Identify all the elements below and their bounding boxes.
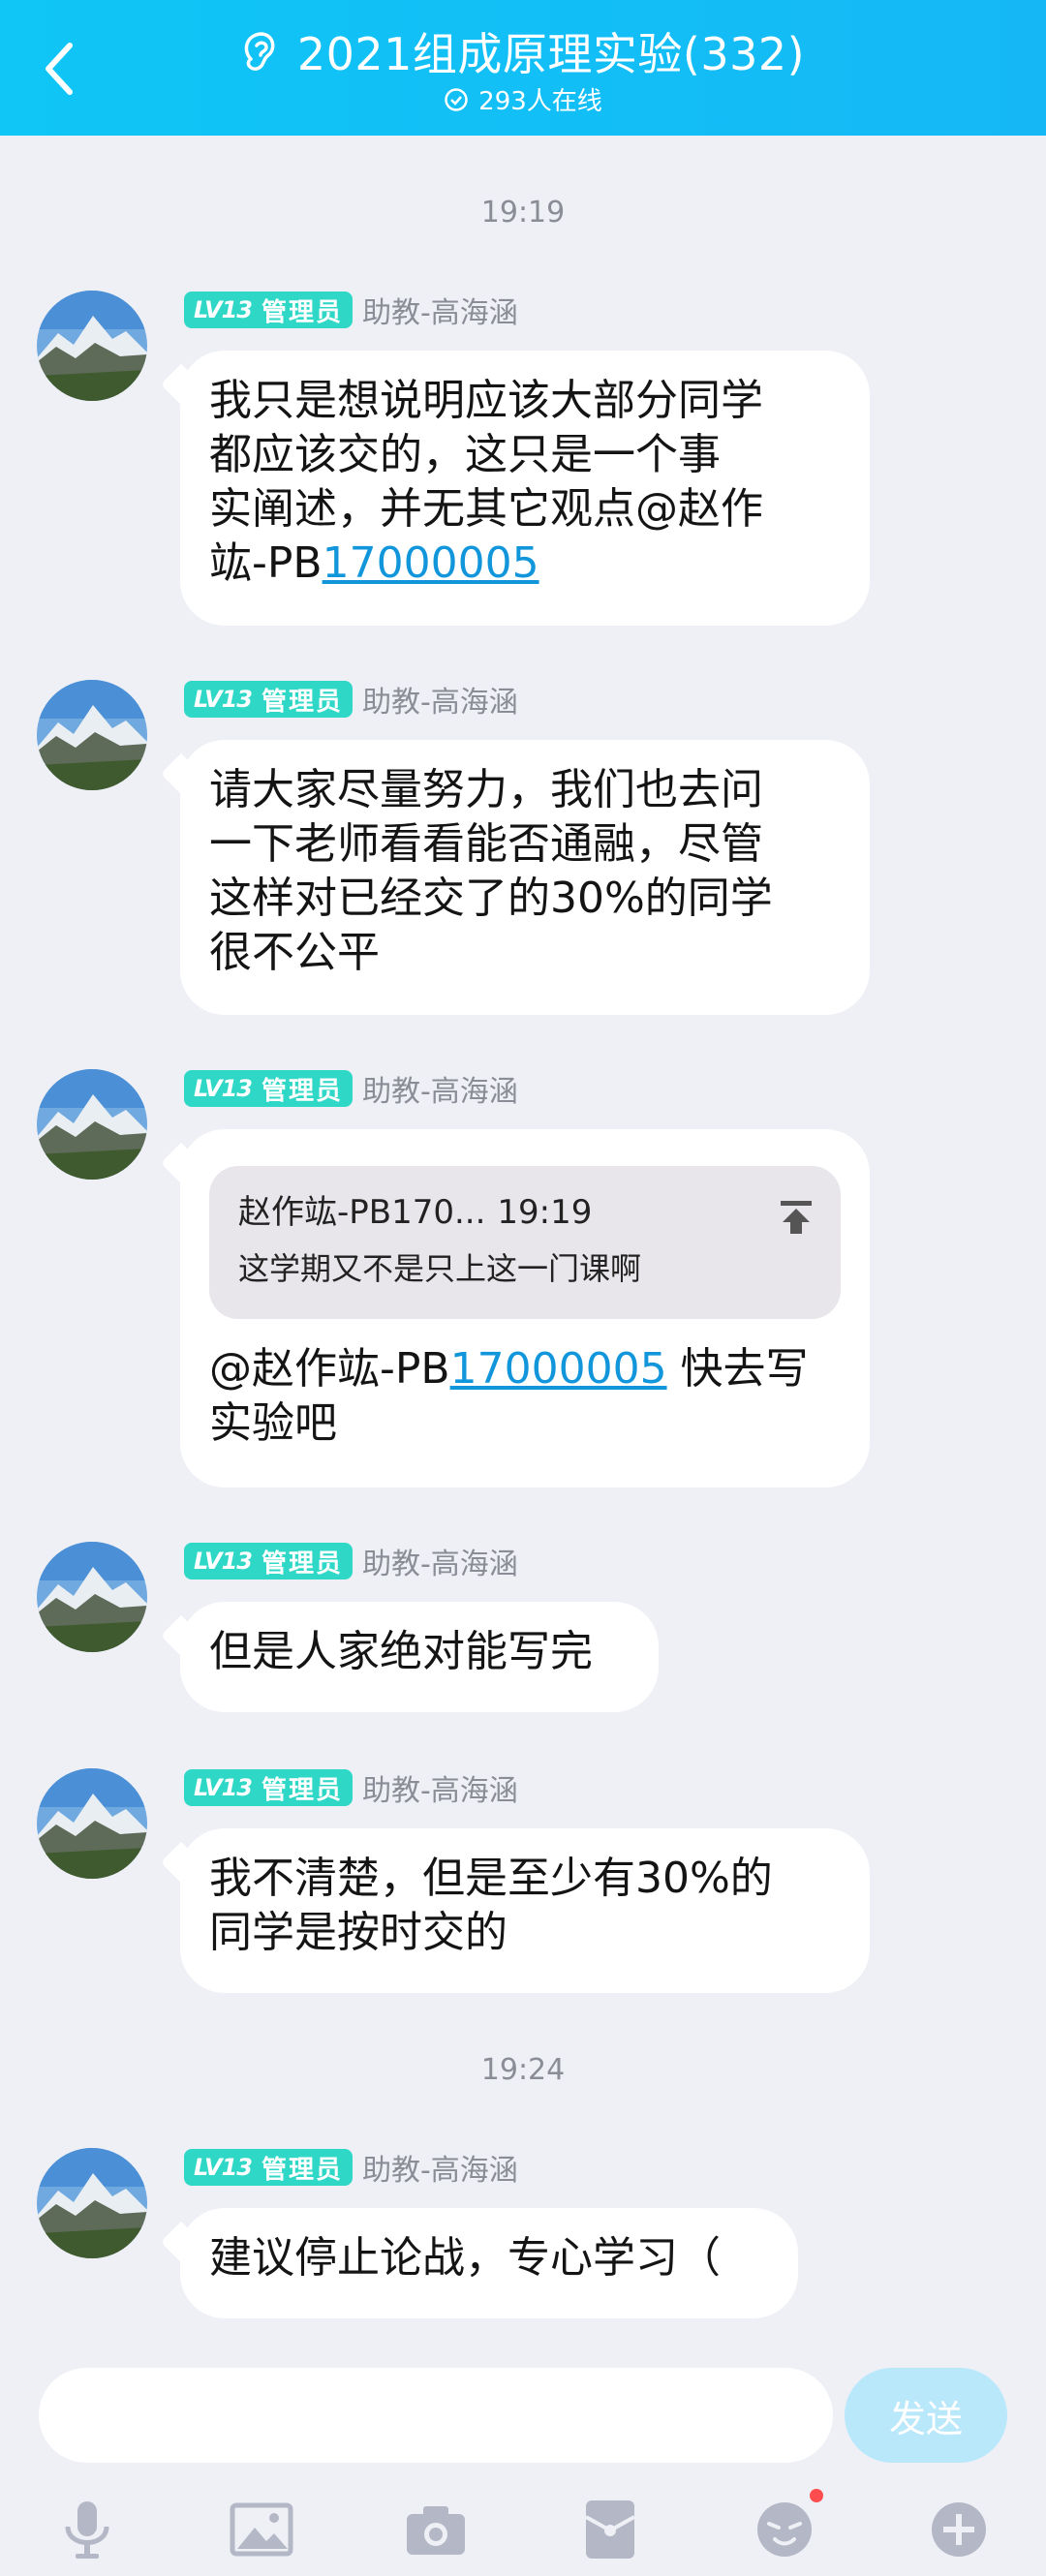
- quote-sender: 赵作竑-PB170...: [238, 1193, 486, 1232]
- red-packet-icon[interactable]: [571, 2491, 649, 2568]
- message-meta: LV13 管理员 助教-高海涵: [184, 1542, 518, 1581]
- sender-name: 助教-高海涵: [361, 296, 518, 330]
- image-icon[interactable]: [223, 2491, 300, 2568]
- sender-name: 助教-高海涵: [361, 686, 518, 720]
- message-input[interactable]: [39, 2368, 833, 2463]
- camera-icon[interactable]: [397, 2491, 475, 2568]
- check-circle-icon: [445, 87, 468, 111]
- admin-badge: LV13 管理员: [184, 1070, 353, 1107]
- avatar[interactable]: [37, 291, 147, 401]
- timestamp: 19:19: [480, 196, 566, 230]
- message-meta: LV13 管理员 助教-高海涵: [184, 1768, 518, 1808]
- message-bubble[interactable]: 我只是想说明应该大部分同学 都应该交的，这只是一个事 实阐述，并无其它观点@赵作…: [180, 351, 870, 626]
- sender-name: 助教-高海涵: [361, 2154, 518, 2188]
- mountain-avatar-image: [37, 680, 147, 790]
- ear-icon: [244, 32, 275, 71]
- number-link[interactable]: 17000005: [323, 538, 539, 588]
- sender-name: 助教-高海涵: [361, 1075, 518, 1109]
- plus-icon[interactable]: [920, 2491, 998, 2568]
- message-meta: LV13 管理员 助教-高海涵: [184, 2148, 518, 2188]
- message-bubble[interactable]: 请大家尽量努力，我们也去问 一下老师看看能否通融，尽管 这样对已经交了的30%的…: [180, 740, 870, 1015]
- sender-name: 助教-高海涵: [361, 1774, 518, 1808]
- notification-dot: [810, 2489, 823, 2502]
- admin-badge: LV13 管理员: [184, 2149, 353, 2186]
- message-bubble[interactable]: 建议停止论战，专心学习（: [180, 2208, 798, 2318]
- message-bubble[interactable]: 但是人家绝对能写完: [180, 1602, 659, 1712]
- mountain-avatar-image: [37, 1542, 147, 1652]
- send-button[interactable]: 发送: [845, 2368, 1007, 2463]
- input-toolbar: [0, 2479, 1046, 2576]
- message-meta: LV13 管理员 助教-高海涵: [184, 680, 518, 720]
- online-count: 293人在线: [478, 87, 602, 116]
- quote-text: 这学期又不是只上这一门课啊: [238, 1250, 642, 1287]
- avatar[interactable]: [37, 1542, 147, 1652]
- avatar[interactable]: [37, 2148, 147, 2258]
- chat-header: 2021组成原理实验(332) 293人在线: [0, 0, 1046, 136]
- message-bubble[interactable]: 赵作竑-PB170... 19:19 这学期又不是只上这一门课啊 @赵作竑-PB…: [180, 1129, 870, 1487]
- mountain-avatar-image: [37, 1069, 147, 1180]
- number-link[interactable]: 17000005: [450, 1344, 667, 1394]
- online-status: 293人在线: [0, 81, 1046, 117]
- quote-time: 19:19: [497, 1193, 593, 1232]
- timestamp: 19:24: [480, 2053, 566, 2087]
- sender-name: 助教-高海涵: [361, 1548, 518, 1581]
- mountain-avatar-image: [37, 1768, 147, 1879]
- admin-badge: LV13 管理员: [184, 1769, 353, 1806]
- message-meta: LV13 管理员 助教-高海涵: [184, 1069, 518, 1109]
- avatar[interactable]: [37, 680, 147, 790]
- message-bubble[interactable]: 我不清楚，但是至少有30%的 同学是按时交的: [180, 1828, 870, 1993]
- mic-icon[interactable]: [48, 2491, 126, 2568]
- jump-to-top-icon[interactable]: [779, 1195, 814, 1249]
- group-title: 2021组成原理实验(332): [296, 28, 806, 80]
- admin-badge: LV13 管理员: [184, 681, 353, 718]
- emoji-icon[interactable]: [746, 2489, 823, 2568]
- avatar[interactable]: [37, 1069, 147, 1180]
- mountain-avatar-image: [37, 2148, 147, 2258]
- mountain-avatar-image: [37, 291, 147, 401]
- avatar[interactable]: [37, 1768, 147, 1879]
- quoted-message[interactable]: 赵作竑-PB170... 19:19 这学期又不是只上这一门课啊: [209, 1166, 841, 1319]
- admin-badge: LV13 管理员: [184, 291, 353, 328]
- title-row[interactable]: 2021组成原理实验(332): [0, 19, 1046, 83]
- message-meta: LV13 管理员 助教-高海涵: [184, 291, 518, 330]
- admin-badge: LV13 管理员: [184, 1543, 353, 1579]
